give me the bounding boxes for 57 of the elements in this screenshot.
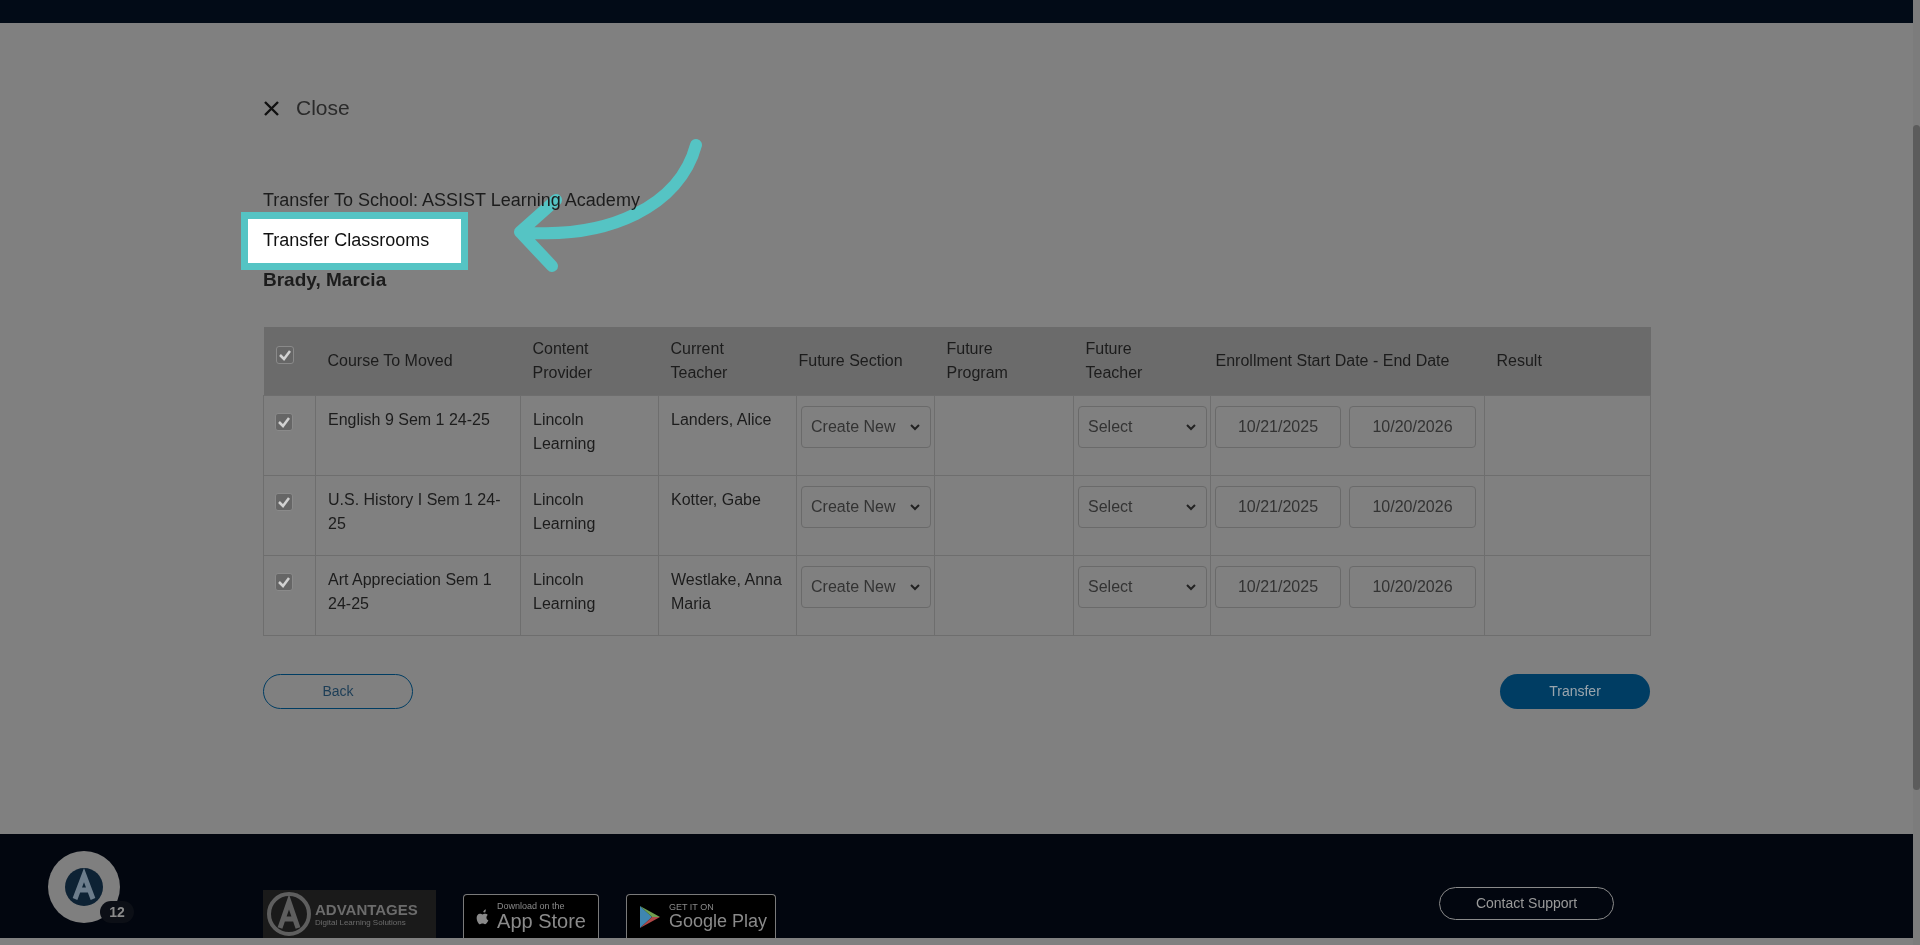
teacher-dropdown[interactable]: Select bbox=[1078, 565, 1207, 608]
checkbox[interactable] bbox=[275, 572, 293, 591]
teacher-dropdown[interactable]: Select bbox=[1078, 485, 1207, 528]
start-date-field[interactable]: 10/21/2025 bbox=[1215, 405, 1341, 448]
teacher-dropdown[interactable]: Select bbox=[1078, 405, 1207, 448]
table-cell: Lincoln Learning bbox=[533, 570, 596, 612]
badge-caption: GET IT ON bbox=[669, 903, 715, 912]
logo-name: ADVANTAGES bbox=[315, 901, 418, 917]
play-icon bbox=[639, 904, 661, 929]
end-date-field[interactable]: 10/20/2026 bbox=[1349, 405, 1476, 448]
student-name: Brady, Marcia bbox=[263, 268, 388, 292]
table-cell: Landers, Alice bbox=[671, 410, 772, 428]
column-header: Course To Moved bbox=[327, 351, 453, 369]
caret-icon bbox=[909, 502, 921, 511]
section-dropdown[interactable]: Create New bbox=[801, 565, 931, 608]
table-cell: Lincoln Learning bbox=[533, 410, 596, 452]
caret-icon bbox=[1185, 502, 1197, 511]
section-dropdown[interactable]: Create New bbox=[801, 405, 931, 448]
checkbox[interactable] bbox=[275, 492, 293, 511]
badge-title: Google Play bbox=[669, 912, 768, 930]
column-header: Result bbox=[1496, 351, 1542, 369]
caret-icon bbox=[1185, 422, 1197, 431]
scrollbar-thumb[interactable] bbox=[1913, 125, 1920, 790]
end-date-field[interactable]: 10/20/2026 bbox=[1349, 485, 1476, 528]
caret-icon bbox=[909, 582, 921, 591]
column-header: Enrollment Start Date - End Date bbox=[1215, 351, 1450, 369]
logo-tagline: Digital Learning Solutions bbox=[315, 918, 407, 927]
column-header: Current Teacher bbox=[670, 339, 728, 381]
table-cell: English 9 Sem 1 24-25 bbox=[328, 410, 490, 428]
caret-icon bbox=[909, 422, 921, 431]
start-date-field[interactable]: 10/21/2025 bbox=[1215, 565, 1341, 608]
checkbox[interactable] bbox=[275, 346, 294, 364]
checkbox[interactable] bbox=[275, 412, 293, 431]
start-date-field[interactable]: 10/21/2025 bbox=[1215, 485, 1341, 528]
notification-badge: 12 bbox=[100, 901, 134, 923]
transfer-button[interactable]: Transfer bbox=[1500, 673, 1650, 709]
close-icon bbox=[263, 99, 280, 117]
table-cell: U.S. History I Sem 1 24-25 bbox=[328, 490, 501, 532]
end-date-field[interactable]: 10/20/2026 bbox=[1349, 565, 1476, 608]
google-play-badge[interactable]: GET IT ON Google Play bbox=[626, 894, 776, 938]
column-header: Future Teacher bbox=[1085, 339, 1143, 381]
table-cell: Kotter, Gabe bbox=[671, 490, 761, 508]
table-cell: Art Appreciation Sem 1 24-25 bbox=[328, 570, 492, 612]
app-store-badge[interactable]: Download on the App Store bbox=[463, 894, 599, 938]
table-cell: Westlake, Anna Maria bbox=[671, 570, 782, 612]
section-title: Transfer Classrooms bbox=[263, 230, 430, 250]
badge-caption: Download on the bbox=[497, 902, 566, 911]
caret-icon bbox=[1185, 582, 1197, 591]
logo-icon bbox=[267, 892, 311, 936]
column-header: Future Section bbox=[798, 351, 903, 369]
column-header: Content Provider bbox=[532, 339, 593, 381]
column-header: Future Program bbox=[946, 339, 1008, 381]
table-cell: Lincoln Learning bbox=[533, 490, 596, 532]
badge-title: App Store bbox=[497, 911, 586, 931]
section-dropdown[interactable]: Create New bbox=[801, 485, 931, 528]
logo-icon bbox=[64, 867, 104, 907]
close-button[interactable]: Close bbox=[263, 92, 350, 124]
